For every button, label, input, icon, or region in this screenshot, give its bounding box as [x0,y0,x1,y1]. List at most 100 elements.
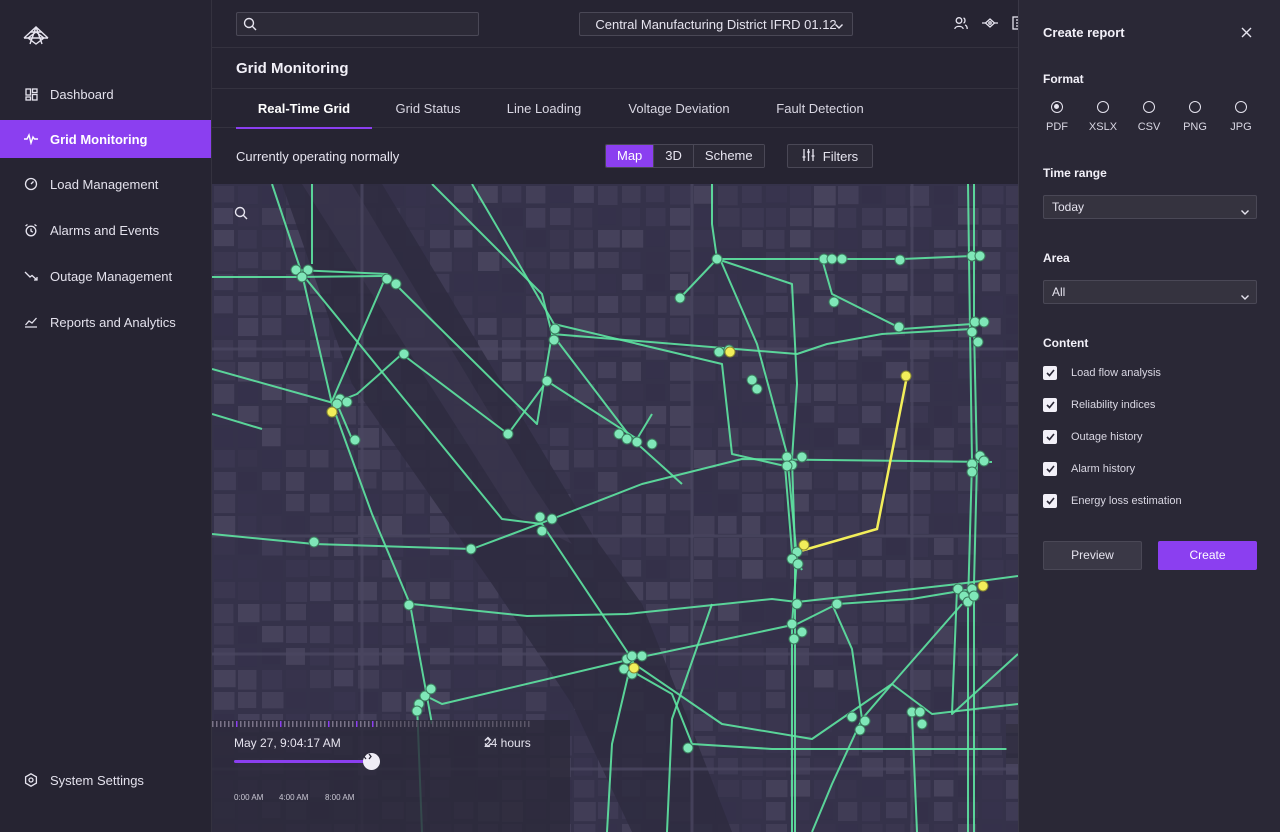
format-radio-group: PDF XSLX CSV PNG JPG [1043,98,1259,138]
nav-item-load-management[interactable]: Load Management [0,162,211,206]
dashboard-icon [24,87,38,101]
radio-button[interactable] [1235,101,1247,113]
tab-real-time-grid[interactable]: Real-Time Grid [236,89,372,129]
nav-item-label: Outage Management [50,268,173,284]
checkbox-label: Load flow analysis [1071,367,1161,379]
pulse-icon [24,132,38,146]
nav-item-label: Grid Monitoring [50,131,148,147]
checkbox[interactable] [1043,366,1057,380]
format-label-text: PNG [1183,121,1207,133]
district-select[interactable]: Central Manufacturing District IFRD 01.1… [579,12,853,36]
content-checkbox-energy-loss[interactable]: Energy loss estimation [1043,493,1182,509]
topbar-icons [954,16,1018,33]
format-label: Format [1043,72,1084,86]
tab-voltage-deviation[interactable]: Voltage Deviation [615,89,743,129]
panel-title: Create report [1043,25,1125,40]
nav-item-reports-analytics[interactable]: Reports and Analytics [0,300,211,344]
timeline-datetime: May 27, 9:04:17 AM [234,736,341,750]
nav-item-label: Dashboard [50,86,114,102]
area-value: All [1052,285,1066,299]
network-node-icon[interactable] [982,16,998,33]
timeline-panel: May 27, 9:04:17 AM 24 hours 0:00 AM 4:00… [212,720,570,832]
format-label-text: PDF [1046,121,1068,133]
format-label-text: XSLX [1088,121,1118,133]
view-switcher: Map 3D Scheme [605,144,765,168]
gauge-icon [24,177,38,191]
filters-button[interactable]: Filters [787,144,873,168]
content-checkbox-alarm-history[interactable]: Alarm history [1043,461,1135,477]
view-map-button[interactable]: Map [606,145,655,167]
trend-down-icon [24,269,38,283]
create-report-panel: Create report Format PDF XSLX CSV PNG JP… [1018,0,1280,832]
filters-label: Filters [822,148,859,164]
create-button[interactable]: Create [1158,541,1257,570]
tab-fault-detection[interactable]: Fault Detection [762,89,878,129]
radio-button[interactable] [1097,101,1109,113]
checkbox-label: Reliability indices [1071,399,1156,411]
chevron-down-icon [1240,287,1250,309]
users-icon[interactable] [954,16,968,33]
view-3d-button[interactable]: 3D [654,145,694,167]
nav-item-dashboard[interactable]: Dashboard [0,72,211,116]
status-row: Currently operating normally Map 3D Sche… [212,129,1018,183]
sidebar: Dashboard Grid Monitoring Load Managemen… [0,0,212,832]
alarm-icon [24,223,38,237]
timeline-label: 0:00 AM [234,793,264,802]
time-range-value: Today [1052,200,1085,214]
radio-button[interactable] [1189,101,1201,113]
tab-grid-status[interactable]: Grid Status [382,89,474,129]
preview-button[interactable]: Preview [1043,541,1142,570]
page-title: Grid Monitoring [236,60,349,77]
timeline-label: 8:00 AM [325,793,355,802]
timeline-label: 4:00 AM [279,793,309,802]
main-nav: Dashboard Grid Monitoring Load Managemen… [0,72,211,346]
grid-map[interactable]: May 27, 9:04:17 AM 24 hours 0:00 AM 4:00… [212,184,1018,832]
content-checkbox-outage-history[interactable]: Outage history [1043,429,1143,445]
operating-status: Currently operating normally [236,149,400,164]
nav-item-label: Load Management [50,176,159,192]
tower-logo[interactable] [22,24,50,46]
nav-item-label: System Settings [50,772,144,788]
timeline-progress [234,760,371,763]
nav-item-system-settings[interactable]: System Settings [0,758,211,802]
search-icon [243,17,257,34]
format-option-png[interactable]: PNG [1175,98,1215,133]
content-checkbox-reliability[interactable]: Reliability indices [1043,397,1155,413]
nav-item-alarms-events[interactable]: Alarms and Events [0,208,211,252]
checkbox[interactable] [1043,494,1057,508]
timeline-range-select[interactable]: 24 hours [484,736,541,750]
tab-bar: Real-Time Grid Grid Status Line Loading … [212,88,1018,129]
time-range-label: Time range [1043,166,1107,180]
checkbox[interactable] [1043,398,1057,412]
nav-item-grid-monitoring[interactable]: Grid Monitoring [0,120,211,158]
settings-icon [24,773,38,787]
radio-button[interactable] [1143,101,1155,113]
view-scheme-button[interactable]: Scheme [693,145,764,167]
nav-item-label: Alarms and Events [50,222,160,238]
radio-button[interactable] [1051,101,1063,113]
area-select[interactable]: All [1043,280,1257,304]
format-option-xslx[interactable]: XSLX [1083,98,1123,133]
sliders-icon [802,148,815,164]
format-option-csv[interactable]: CSV [1129,98,1169,133]
nav-item-outage-management[interactable]: Outage Management [0,254,211,298]
timeline-handle[interactable] [363,753,380,770]
format-option-jpg[interactable]: JPG [1221,98,1261,133]
format-option-pdf[interactable]: PDF [1037,98,1077,133]
checkbox[interactable] [1043,430,1057,444]
content-checkbox-load-flow[interactable]: Load flow analysis [1043,365,1161,381]
tab-line-loading[interactable]: Line Loading [494,89,594,129]
format-label-text: JPG [1230,121,1252,133]
chart-line-icon [24,315,38,329]
topbar: Central Manufacturing District IFRD 01.1… [212,0,1018,48]
area-label: Area [1043,251,1070,265]
search-input[interactable] [236,12,479,36]
checkbox[interactable] [1043,462,1057,476]
format-label-text: CSV [1137,121,1161,133]
time-range-select[interactable]: Today [1043,195,1257,219]
close-icon[interactable] [1241,26,1252,41]
district-value: Central Manufacturing District IFRD 01.1… [595,16,837,32]
nav-item-label: Reports and Analytics [50,314,176,330]
checkbox-label: Outage history [1071,431,1143,443]
chevron-down-icon [1240,202,1250,224]
